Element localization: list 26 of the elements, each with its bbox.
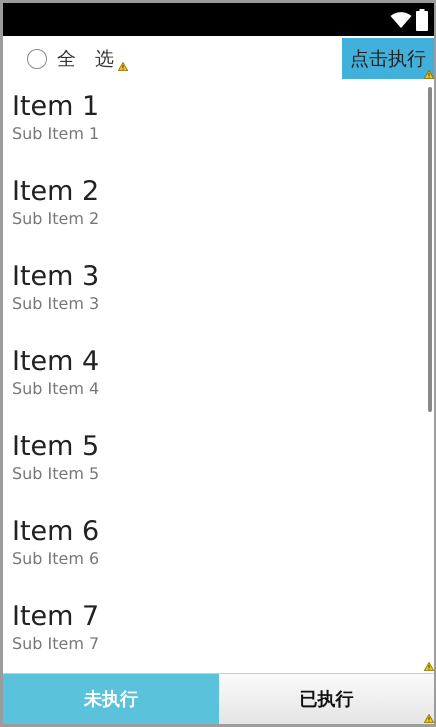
item-title: Item 5 bbox=[12, 430, 100, 464]
select-all-radio[interactable]: 全 选 bbox=[27, 46, 114, 72]
scrollbar[interactable] bbox=[428, 87, 432, 412]
warning-icon bbox=[118, 62, 128, 71]
radio-button[interactable] bbox=[27, 49, 47, 69]
warning-icon bbox=[424, 714, 434, 723]
select-all-label: 全 选 bbox=[57, 47, 114, 72]
item-title: Item 2 bbox=[12, 175, 100, 209]
item-title: Item 7 bbox=[12, 600, 100, 634]
item-subtitle: Sub Item 3 bbox=[12, 294, 100, 314]
warning-icon bbox=[424, 70, 434, 79]
item-subtitle: Sub Item 6 bbox=[12, 549, 100, 569]
item-title: Item 3 bbox=[12, 260, 100, 294]
execute-button[interactable]: 点击执行 bbox=[342, 38, 434, 79]
item-subtitle: Sub Item 7 bbox=[12, 634, 100, 654]
item-subtitle: Sub Item 5 bbox=[12, 464, 100, 484]
item-title: Item 6 bbox=[12, 515, 100, 549]
item-title: Item 4 bbox=[12, 345, 100, 379]
battery-icon bbox=[416, 8, 428, 30]
warning-icon bbox=[424, 662, 434, 671]
item-subtitle: Sub Item 2 bbox=[12, 209, 100, 229]
tab[interactable]: 已执行 bbox=[218, 674, 434, 724]
item-title: Item 1 bbox=[12, 90, 100, 124]
item-subtitle: Sub Item 4 bbox=[12, 379, 100, 399]
wifi-icon bbox=[390, 10, 412, 28]
item-subtitle: Sub Item 1 bbox=[12, 124, 100, 144]
